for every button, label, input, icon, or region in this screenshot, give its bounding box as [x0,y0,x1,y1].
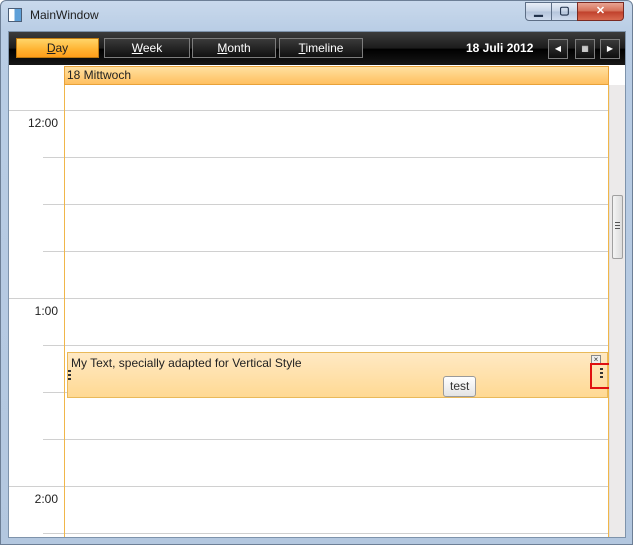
half-hour-tick [43,345,64,346]
resize-grip-left[interactable] [68,370,71,380]
app-window-icon [8,8,22,22]
time-gutter: 12:00 1:00 2:00 [9,85,64,537]
half-hour-tick [43,157,64,158]
week-accel: W [131,41,143,55]
slot-line [65,157,608,158]
calendar-button[interactable]: ▦ [575,39,595,59]
previous-icon: ◀ [554,44,562,53]
close-button[interactable]: ✕ [577,2,624,21]
hour-line [9,298,64,299]
week-view-button[interactable]: Week [104,38,190,58]
slot-line [65,533,608,534]
window-title: MainWindow [30,8,99,22]
slot-line [65,204,608,205]
half-hour-tick [43,204,64,205]
calendar-icon: ▦ [581,44,589,53]
current-date: 18 Juli 2012 [466,41,534,55]
slot-line [65,110,608,111]
slot-line [65,251,608,252]
slot-line [65,345,608,346]
half-hour-tick [43,251,64,252]
day-column[interactable] [64,85,609,537]
maximize-icon: ▢ [559,5,570,17]
hour-line [9,486,64,487]
scroll-thumb[interactable] [612,195,623,259]
appointment[interactable]: My Text, specially adapted for Vertical … [67,352,608,398]
slot-line [65,298,608,299]
time-label-2: 2:00 [34,492,58,506]
half-hour-tick [43,533,64,534]
half-hour-tick [43,439,64,440]
day-view-button[interactable]: Day [16,38,99,58]
previous-button[interactable]: ◀ [548,39,568,59]
tooltip: test [443,376,477,397]
next-icon: ▶ [606,44,614,53]
appointment-text: My Text, specially adapted for Vertical … [71,356,302,370]
title-bar[interactable]: MainWindow ▁ ▢ ✕ [1,1,632,31]
view-toolbar: Day Week Month Timeline 18 Juli 2012 ◀ ▦… [9,32,625,65]
vertical-scrollbar[interactable] [609,85,625,537]
day-header[interactable]: 18 Mittwoch [64,66,609,85]
day-calendar: 18 Mittwoch 12:00 1:00 2:00 My Text, spe… [9,65,625,537]
slot-line [65,486,608,487]
slot-line [65,439,608,440]
month-label-rest: onth [227,41,251,55]
maximize-button[interactable]: ▢ [551,2,578,21]
next-button[interactable]: ▶ [600,39,620,59]
half-hour-tick [43,392,64,393]
month-accel: M [217,41,228,55]
client-area: Day Week Month Timeline 18 Juli 2012 ◀ ▦… [8,31,626,538]
thumb-grip-icon [615,222,620,229]
hour-line [9,110,64,111]
minimize-button[interactable]: ▁ [525,2,552,21]
time-label-12: 12:00 [27,116,58,130]
main-window: MainWindow ▁ ▢ ✕ Day Week Month Timeline… [0,0,633,545]
timeline-label-rest: imeline [305,41,344,55]
day-label-rest: ay [55,41,69,55]
week-label-rest: eek [142,41,163,55]
time-label-1: 1:00 [34,304,58,318]
minimize-icon: ▁ [534,5,543,17]
month-view-button[interactable]: Month [192,38,276,58]
timeline-view-button[interactable]: Timeline [279,38,363,58]
close-icon: ✕ [595,5,606,17]
